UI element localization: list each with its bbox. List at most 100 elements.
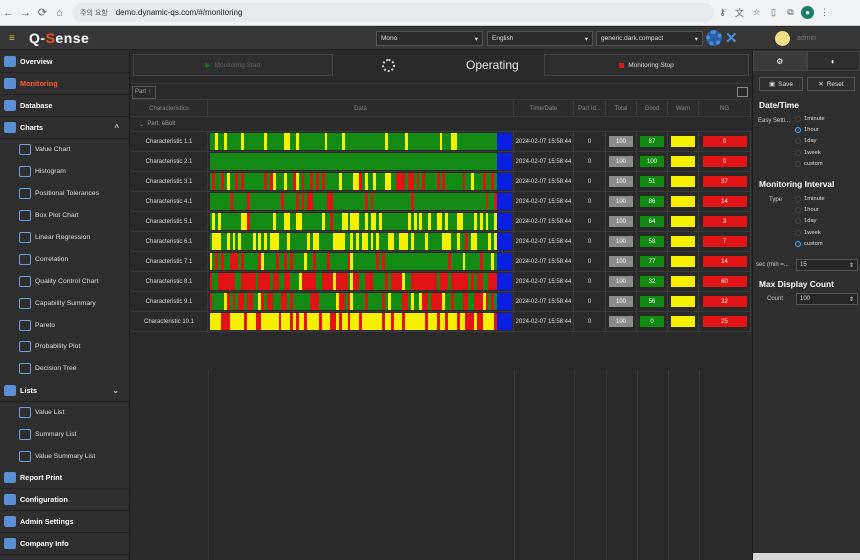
reload-icon[interactable]: ⟳ [34, 6, 51, 19]
sidebar-item-label: Configuration [20, 495, 68, 505]
sidebar-item-charts[interactable]: Charts ^ [0, 117, 129, 139]
radio-dot[interactable] [795, 160, 801, 167]
translate-icon[interactable]: 文 [731, 6, 748, 19]
table-row[interactable]: Characteristic 7.1 2024-02-07 15:58:44 0… [131, 252, 751, 272]
table-row[interactable]: Characteristic 10.1 2024-02-07 15:58:44 … [131, 312, 751, 332]
table-row[interactable]: Characteristic 4.1 2024-02-07 15:58:44 0… [131, 192, 751, 212]
export-icon[interactable] [737, 87, 748, 97]
sidebar-item-monitoring[interactable]: Monitoring [0, 73, 129, 95]
table-row[interactable]: Characteristic 2.1 2024-02-07 15:58:44 0… [131, 152, 751, 172]
sidebar-item-overview[interactable]: Overview [0, 51, 129, 73]
col-warn[interactable]: Warn [668, 101, 699, 116]
sidebar-item-database[interactable]: Database [0, 95, 129, 117]
save-button[interactable]: ▣ Save [759, 77, 803, 91]
sidebar-subitem[interactable]: Correlation [0, 248, 129, 270]
part-filter-button[interactable]: Part ↑ [132, 86, 156, 99]
radio-dot[interactable] [795, 127, 801, 134]
avatar[interactable] [775, 31, 790, 46]
sidebar-subitem[interactable]: Value List [0, 402, 129, 424]
sidebar-item-label: Company Info [20, 539, 69, 549]
table-row[interactable]: Characteristic 9.1 2024-02-07 15:58:44 0… [131, 292, 751, 312]
sidebar-subitem[interactable]: Linear Regression [0, 227, 129, 249]
radio-dot[interactable] [795, 138, 801, 145]
sidebar-subitem[interactable]: Capability Summary [0, 292, 129, 314]
security-warning[interactable]: 주의 요함 [80, 8, 108, 18]
good-badge: 58 [640, 236, 664, 247]
radio-dot[interactable] [795, 240, 801, 247]
mode-select[interactable]: Mono ▾ [376, 31, 483, 46]
table-row[interactable]: Characteristic 3.1 2024-02-07 15:58:44 0… [131, 172, 751, 192]
forward-icon[interactable]: → [17, 7, 34, 19]
radio-option[interactable]: custom [795, 160, 823, 167]
count-input[interactable]: 100 ⇕ [796, 293, 858, 305]
sidebar-subitem[interactable]: Value Chart [0, 139, 129, 161]
address-bar[interactable]: 주의 요함 demo.dynamic-qs.com/#/monitoring [72, 3, 714, 22]
sidebar-item-configuration[interactable]: Configuration [0, 489, 129, 512]
sidepanel-icon[interactable]: ▯ [765, 7, 782, 18]
sidebar-subitem[interactable]: Positional Tolerances [0, 183, 129, 205]
warn-badge [671, 156, 695, 167]
menu-kebab-icon[interactable]: ⋮ [816, 7, 833, 18]
col-total[interactable]: Total [606, 101, 637, 116]
radio-dot[interactable] [795, 116, 801, 122]
group-row[interactable]: ⌄ Part: eBolt [131, 117, 751, 132]
theme-select[interactable]: generic.dark.compact ▾ [596, 31, 703, 46]
col-time[interactable]: Time/Date [514, 101, 574, 116]
warn-badge [671, 196, 695, 207]
profile-avatar-icon[interactable]: ● [801, 6, 814, 19]
radio-option[interactable]: custom [795, 240, 823, 247]
table-row[interactable]: Characteristic 1.1 2024-02-07 15:58:44 0… [131, 132, 751, 152]
table-row[interactable]: Characteristic 6.1 2024-02-07 15:58:44 0… [131, 232, 751, 252]
reset-button[interactable]: ✕ Reset [807, 77, 855, 91]
radio-dot[interactable] [795, 149, 801, 156]
sidebar-item-lists[interactable]: Lists ⌄ [0, 380, 129, 402]
radio-option[interactable]: 1hour [795, 207, 819, 214]
radio-dot[interactable] [795, 218, 801, 225]
table-row[interactable]: Characteristic 8.1 2024-02-07 15:58:44 0… [131, 272, 751, 292]
horizontal-scrollbar[interactable] [753, 553, 860, 560]
col-characteristics[interactable]: Characteristics [131, 101, 208, 116]
col-good[interactable]: Good [637, 101, 668, 116]
sidebar-subitem[interactable]: Probability Plot [0, 336, 129, 358]
radio-option[interactable]: 1day [795, 138, 817, 145]
col-ng[interactable]: NG [699, 101, 751, 116]
radio-option[interactable]: 1week [795, 229, 821, 236]
sidebar-subitem[interactable]: Pareto [0, 314, 129, 336]
radio-dot[interactable] [795, 229, 801, 236]
save-label: Save [778, 80, 793, 88]
back-icon[interactable]: ← [0, 7, 17, 19]
monitoring-start-button[interactable]: ▶ Monitoring Start [133, 54, 333, 76]
radio-option[interactable]: 1day [795, 218, 817, 225]
col-data[interactable]: Data [208, 101, 514, 116]
sec-input[interactable]: 15 ⇕ [796, 259, 858, 271]
table-row[interactable]: Characteristic 5.1 2024-02-07 15:58:44 0… [131, 212, 751, 232]
sidebar-subitem[interactable]: Value Summary List [0, 446, 129, 468]
radio-option[interactable]: 1minute [795, 196, 825, 202]
settings-gear-icon[interactable] [706, 30, 722, 46]
tab-palette[interactable]: ◐ [806, 51, 860, 71]
home-icon[interactable]: ⌂ [51, 7, 68, 19]
radio-option[interactable]: 1hour [795, 127, 819, 134]
sidebar-subitem[interactable]: Decision Tree [0, 358, 129, 380]
monitoring-stop-button[interactable]: Monitoring Stop [544, 54, 749, 76]
tools-icon[interactable]: ✕ [725, 29, 738, 47]
sidebar-subitem[interactable]: Quality Control Chart [0, 270, 129, 292]
sidebar-item-company-info[interactable]: Company Info [0, 533, 129, 556]
extensions-icon[interactable]: ⧉ [782, 7, 799, 18]
sidebar-item-report-print[interactable]: Report Print [0, 467, 129, 490]
radio-dot[interactable] [795, 207, 801, 214]
col-part-id[interactable]: Part Id... [574, 101, 606, 116]
radio-option[interactable]: 1week [795, 149, 821, 156]
list-icon [4, 384, 16, 396]
bookmark-star-icon[interactable]: ☆ [748, 7, 765, 18]
hamburger-menu-icon[interactable]: ≡ [9, 33, 21, 44]
sidebar-subitem[interactable]: Histogram [0, 161, 129, 183]
sidebar-subitem[interactable]: Summary List [0, 424, 129, 446]
radio-dot[interactable] [795, 196, 801, 202]
radio-option[interactable]: 1minute [795, 116, 825, 122]
language-select[interactable]: English ▾ [487, 31, 593, 46]
tab-settings[interactable]: ⚙ [753, 51, 807, 71]
key-icon[interactable]: ⚷ [714, 7, 731, 18]
sidebar-item-admin-settings[interactable]: Admin Settings [0, 511, 129, 534]
sidebar-subitem[interactable]: Box Plot Chart [0, 205, 129, 227]
